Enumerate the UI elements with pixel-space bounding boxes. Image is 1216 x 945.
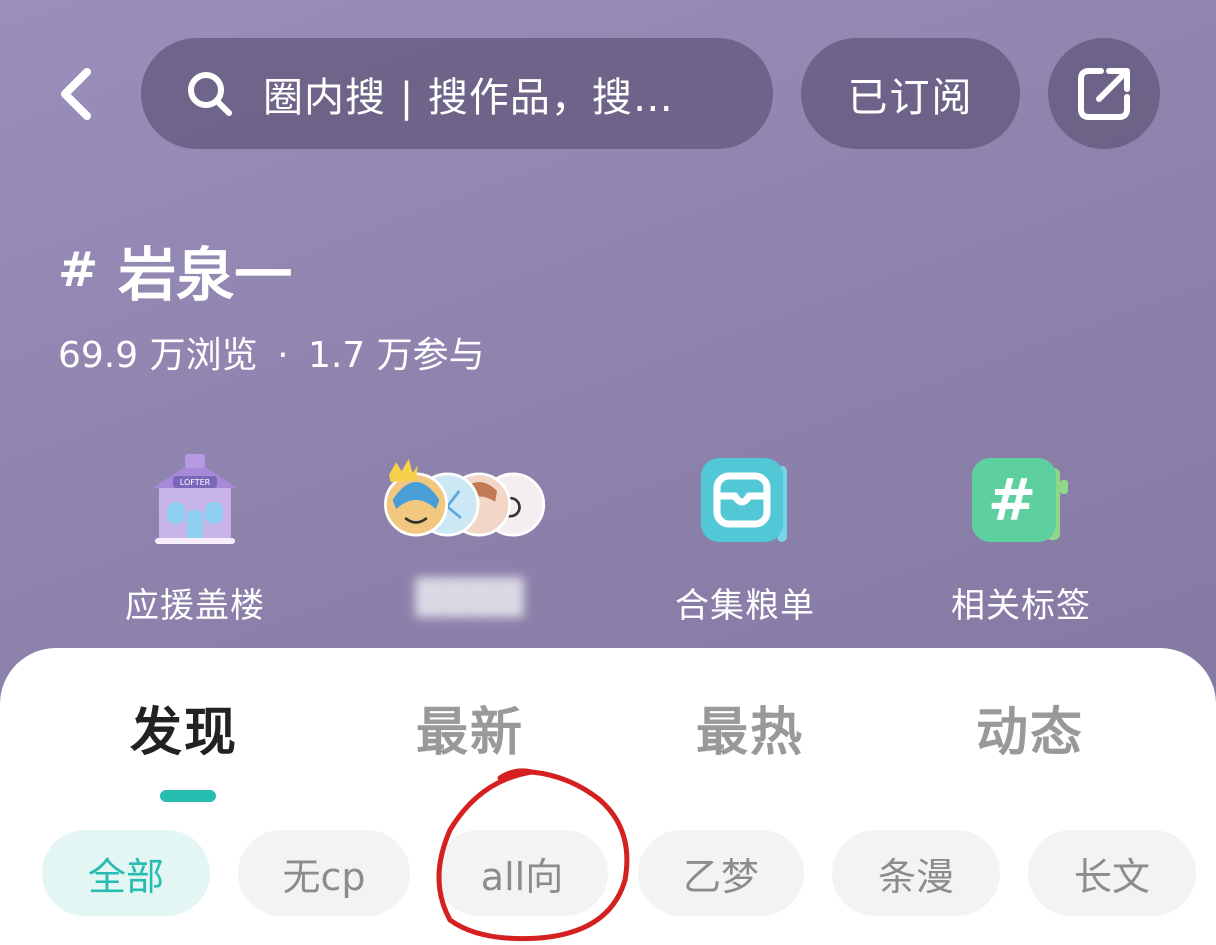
chip-otome[interactable]: 乙梦: [638, 830, 804, 916]
feature-label: 合集粮单: [675, 586, 815, 626]
house-icon: LOFTER: [105, 450, 285, 550]
chevron-left-icon: [61, 68, 91, 120]
share-icon: [1078, 67, 1130, 120]
tab-hottest[interactable]: 最热: [696, 690, 804, 770]
hash-symbol: #: [58, 242, 99, 298]
stats-separator: ·: [277, 335, 289, 376]
feature-label: 相关标签: [951, 586, 1091, 626]
chip-no-cp[interactable]: 无cp: [238, 830, 410, 916]
svg-text:#: #: [988, 466, 1037, 534]
tab-activity[interactable]: 动态: [976, 690, 1084, 770]
feature-label: 应援盖楼: [125, 586, 265, 626]
tab-latest[interactable]: 最新: [416, 690, 524, 770]
search-icon: [188, 71, 232, 116]
views-count: 69.9 万浏览: [58, 335, 258, 376]
feature-collections[interactable]: 合集粮单: [635, 450, 855, 630]
chip-all-direction[interactable]: all向: [436, 830, 608, 916]
tag-icon: #: [931, 450, 1111, 550]
page-title: # 岩泉一: [58, 228, 292, 312]
tag-name: 岩泉一: [118, 241, 293, 309]
feature-label-blurred: ████: [415, 578, 525, 618]
back-button[interactable]: [40, 58, 110, 130]
subscribe-button[interactable]: 已订阅: [801, 38, 1020, 149]
share-button[interactable]: [1048, 38, 1160, 149]
tab-discover[interactable]: 发现: [130, 690, 238, 770]
chip-comic-strip[interactable]: 条漫: [832, 830, 1000, 916]
feature-top-members[interactable]: ████: [360, 450, 580, 630]
chip-long-text[interactable]: 长文: [1028, 830, 1196, 916]
feature-related-tags[interactable]: # 相关标签: [911, 450, 1131, 630]
collection-icon: [655, 450, 835, 550]
svg-text:LOFTER: LOFTER: [180, 478, 211, 487]
chip-all[interactable]: 全部: [42, 830, 210, 916]
active-tab-indicator: [160, 790, 216, 802]
search-input[interactable]: 圈内搜 | 搜作品，搜…: [141, 38, 773, 149]
search-placeholder: 圈内搜 | 搜作品，搜…: [263, 74, 674, 121]
avatar-stack-icon: [380, 450, 560, 550]
feature-support-building[interactable]: LOFTER 应援盖楼: [85, 450, 305, 630]
participants-count: 1.7 万参与: [307, 335, 485, 376]
tag-stats: 69.9 万浏览 · 1.7 万参与: [58, 326, 485, 378]
